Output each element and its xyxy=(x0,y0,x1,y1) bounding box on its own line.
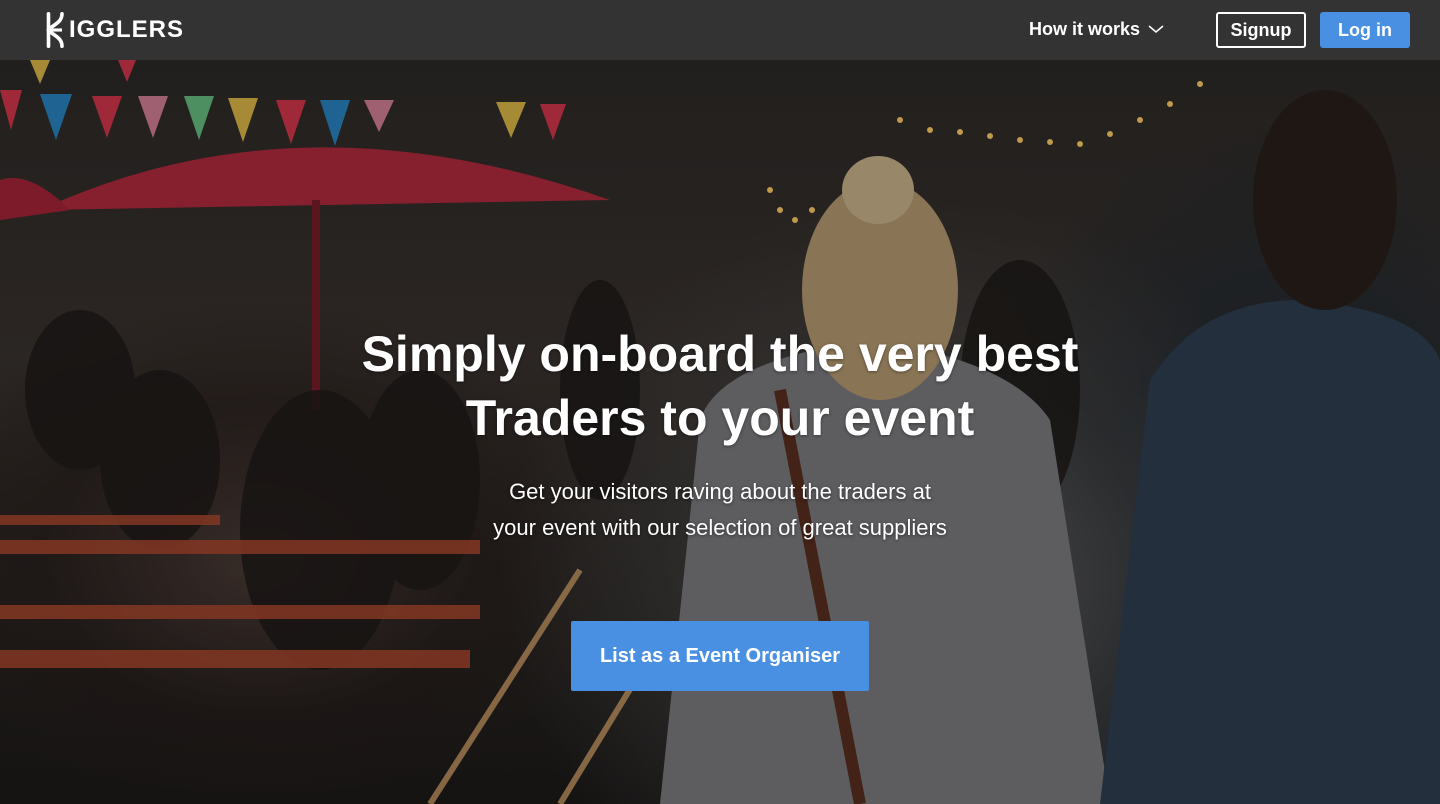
logo-text: IGGLERS xyxy=(68,16,184,43)
how-it-works-dropdown[interactable]: How it works xyxy=(1029,17,1164,41)
hero-title-line2: Traders to your event xyxy=(465,390,975,446)
hero-subtitle: Get your visitors raving about the trade… xyxy=(420,474,1020,546)
hero-subtitle-line1: Get your visitors raving about the trade… xyxy=(509,479,931,504)
logo-h-icon xyxy=(46,12,64,48)
hero-subtitle-line2: your event with our selection of great s… xyxy=(493,515,947,540)
page: IGGLERS How it works Signup Log in Simpl… xyxy=(0,0,1440,804)
hero-title: Simply on-board the very best Traders to… xyxy=(320,322,1120,450)
login-button[interactable]: Log in xyxy=(1320,12,1410,48)
top-navbar: IGGLERS How it works Signup Log in xyxy=(0,0,1440,60)
logo[interactable]: IGGLERS xyxy=(44,10,184,50)
hero-section: Simply on-board the very best Traders to… xyxy=(0,60,1440,804)
signup-button[interactable]: Signup xyxy=(1216,12,1306,48)
chevron-down-icon xyxy=(1148,25,1164,33)
how-it-works-label: How it works xyxy=(1029,18,1141,39)
hero-title-line1: Simply on-board the very best xyxy=(361,326,1079,382)
list-event-organiser-button[interactable]: List as a Event Organiser xyxy=(571,621,869,691)
